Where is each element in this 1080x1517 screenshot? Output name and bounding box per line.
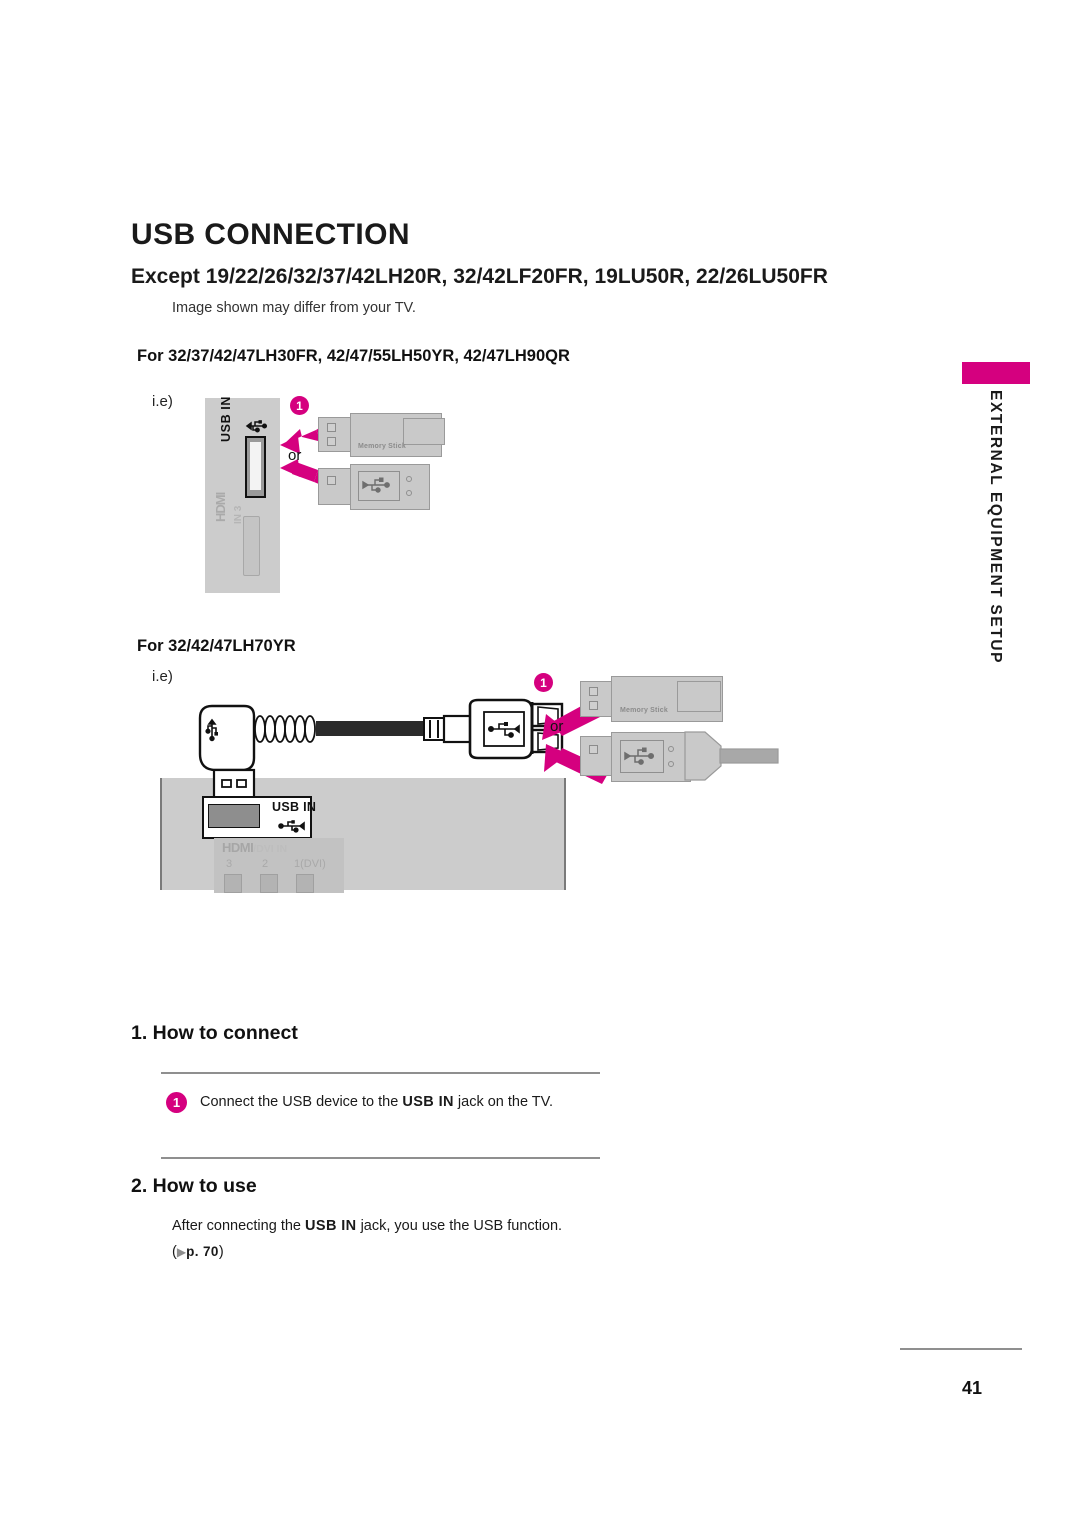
memory-stick-window [403, 418, 445, 445]
hdmi-port-3 [224, 874, 242, 893]
usb-plug-metal [318, 468, 353, 505]
except-models: 19/22/26/32/37/42LH20R, 32/42LF20FR, 19L… [205, 265, 828, 288]
plug-dot-2 [406, 490, 412, 496]
divider-bottom [161, 1157, 600, 1159]
manual-page: USB CONNECTION Except 19/22/26/32/37/42L… [0, 0, 1080, 1517]
usb-trident-icon-plug [362, 477, 390, 493]
image-disclaimer: Image shown may differ from your TV. [172, 300, 416, 316]
usb-plug-symbol-box-2 [620, 740, 664, 773]
usb-trident-icon-plug-2 [624, 747, 655, 765]
plug-dot-3 [668, 746, 674, 752]
usb-port-slot [250, 442, 261, 490]
page-title: USB CONNECTION [131, 218, 410, 251]
step-text-bold: USB IN [402, 1094, 454, 1110]
usb-in-label: USB IN [272, 800, 317, 814]
usb-in-label-vertical: USB IN [219, 396, 233, 442]
hdmi-port-number-1: 1(DVI) [294, 858, 326, 870]
section-two-or-label: or [550, 718, 564, 735]
usb-in-jack [208, 804, 260, 828]
callout-badge-1: 1 [290, 396, 309, 415]
divider-top [161, 1072, 600, 1074]
step-badge-1: 1 [166, 1092, 187, 1113]
step-text-part-b: jack on the TV. [453, 1094, 554, 1110]
section-two-model-heading: For 32/42/47LH70YR [137, 637, 296, 655]
paren-close: ) [218, 1244, 224, 1260]
memory-stick-device-2: Memory Stick [580, 676, 730, 722]
step-text-part-a: Connect the USB device to the [200, 1094, 403, 1110]
hdmi-in-number-wrap: IN 3 [219, 506, 244, 576]
footer-rule [900, 1348, 1022, 1350]
use-text-part-b: jack, you use the USB function. [356, 1218, 563, 1234]
play-triangle-icon: ▶ [176, 1245, 187, 1259]
usb-plug-hole [327, 476, 336, 485]
how-to-connect-step-text: Connect the USB device to the USB IN jac… [200, 1092, 560, 1112]
connector-hole-top [327, 423, 336, 432]
usb-trident-icon [244, 418, 268, 434]
chapter-sidebar-label: EXTERNAL EQUIPMENT SETUP [987, 390, 1004, 665]
usb-in-port [245, 436, 266, 498]
usb-plug-cable-2 [684, 731, 779, 781]
dvi-in-word: /DVI IN [253, 843, 288, 855]
chapter-sidebar: EXTERNAL EQUIPMENT SETUP [986, 390, 1008, 690]
connector-hole-top-2 [589, 687, 598, 696]
how-to-connect-heading: 1. How to connect [131, 1022, 298, 1044]
hdmi-port-number-3: 3 [226, 858, 233, 870]
page-reference-label: p. 70 [186, 1244, 219, 1259]
memory-stick-label-2: Memory Stick [620, 707, 668, 714]
hdmi-word: HDMI [222, 840, 254, 855]
hdmi-port-2 [260, 874, 278, 893]
usb-plug-symbol-box [358, 471, 400, 501]
section-one-diagram: USB IN HDMI IN 3 [205, 396, 280, 593]
usb-plug-device [318, 464, 438, 510]
hdmi-port-1 [296, 874, 314, 893]
usb-trident-icon-panel [278, 818, 305, 834]
hdmi-port-slot [243, 516, 260, 576]
plug-dot-1 [406, 476, 412, 482]
how-to-use-heading: 2. How to use [131, 1175, 257, 1197]
use-text-bold: USB IN [305, 1218, 357, 1234]
connector-hole-bottom [327, 437, 336, 446]
callout-badge-2: 1 [534, 673, 553, 692]
section-two-diagram: USB IN HDMI/DVI IN 3 2 1(DVI) 1 or Memor… [160, 668, 780, 898]
connector-hole-bottom-2 [589, 701, 598, 710]
memory-stick-label: Memory Stick [358, 443, 406, 450]
page-reference: (▶p. 70) [172, 1242, 224, 1262]
section-one-or-label: or [288, 447, 302, 464]
memory-stick-window-2 [677, 681, 721, 712]
plug-dot-4 [668, 761, 674, 767]
hdmi-port-number-2: 2 [262, 858, 269, 870]
model-exception-line: Except 19/22/26/32/37/42LH20R, 32/42LF20… [131, 265, 828, 289]
how-to-use-text: After connecting the USB IN jack, you us… [172, 1216, 612, 1236]
use-text-part-a: After connecting the [172, 1218, 305, 1234]
section-one-ie-label: i.e) [152, 393, 173, 410]
hdmi-dvi-label: HDMI/DVI IN [222, 840, 287, 855]
usb-plug-hole-2 [589, 745, 598, 754]
usb-plug-device-2 [580, 731, 780, 782]
usb-plug-metal-2 [580, 736, 614, 776]
page-number: 41 [962, 1378, 983, 1398]
memory-stick-device: Memory Stick [318, 413, 445, 457]
section-one-model-heading: For 32/37/42/47LH30FR, 42/47/55LH50YR, 4… [137, 347, 570, 365]
except-label: Except [131, 265, 200, 288]
chapter-tab-swatch [962, 362, 1030, 384]
